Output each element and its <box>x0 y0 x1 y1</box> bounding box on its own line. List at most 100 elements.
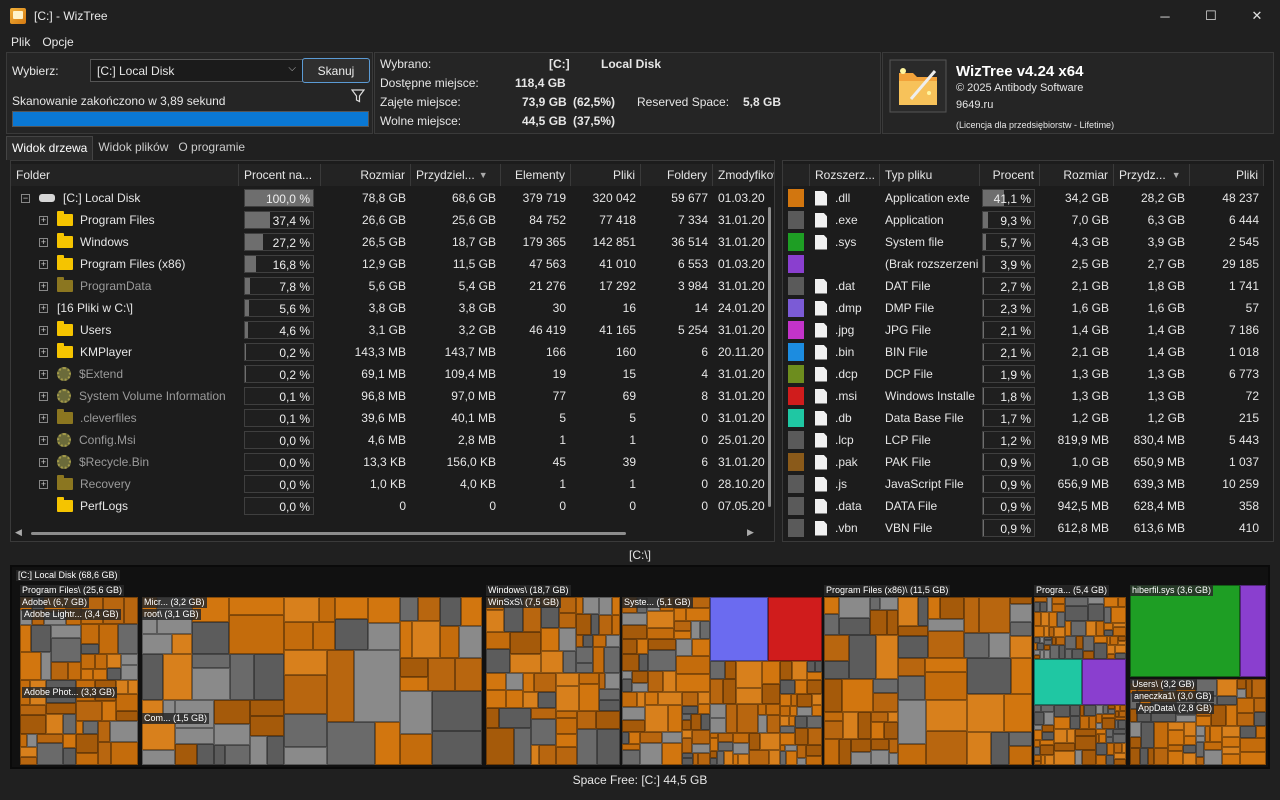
treemap-cell[interactable] <box>1096 705 1103 714</box>
treemap-cell[interactable] <box>612 615 620 635</box>
treemap-cell[interactable] <box>647 611 674 628</box>
treemap-cell[interactable] <box>762 684 780 704</box>
treemap-cell[interactable] <box>1076 636 1083 649</box>
treemap-cell[interactable] <box>888 712 898 722</box>
treemap-cell[interactable] <box>870 610 887 635</box>
treemap-cell[interactable] <box>1113 734 1126 743</box>
tree-horizontal-scrollbar[interactable]: ◀ ▶ <box>11 525 774 541</box>
treemap-cell[interactable] <box>506 673 523 690</box>
treemap-cell[interactable] <box>116 694 138 711</box>
expand-icon[interactable]: + <box>39 369 48 379</box>
col-files[interactable]: Pliki <box>571 164 641 186</box>
treemap-cell[interactable] <box>824 597 839 614</box>
treemap-cell[interactable] <box>880 597 898 610</box>
col-modified[interactable]: Zmodyfikow <box>713 164 774 186</box>
expand-icon[interactable]: + <box>39 237 48 247</box>
treemap-cell[interactable] <box>539 745 556 765</box>
treemap-cell[interactable] <box>622 720 645 732</box>
treemap-cell[interactable] <box>1050 645 1059 659</box>
treemap-cell[interactable] <box>967 732 991 765</box>
treemap-cell[interactable] <box>1082 750 1096 765</box>
treemap-cell[interactable] <box>749 750 769 765</box>
treemap-cell[interactable] <box>559 628 576 651</box>
treemap-cell[interactable] <box>1114 759 1126 765</box>
treemap-cell[interactable] <box>116 711 138 721</box>
table-row[interactable]: + $Recycle.Bin 0,0 % 13,3 KB 156,0 KB 45 39 6 31… <box>11 451 774 473</box>
treemap-cell[interactable] <box>214 745 225 765</box>
treemap-cell[interactable] <box>1106 755 1114 765</box>
treemap-cell[interactable] <box>20 747 37 757</box>
treemap-cell[interactable] <box>1052 604 1065 612</box>
table-row[interactable]: .exe Application 9,3 % 7,0 GB 6,3 GB 6 444 <box>783 209 1264 231</box>
treemap-cell[interactable] <box>455 658 482 691</box>
table-row[interactable]: .db Data Base File 1,7 % 1,2 GB 1,2 GB 215 <box>783 407 1264 429</box>
treemap-cell[interactable] <box>556 686 579 711</box>
treemap-cell[interactable] <box>648 650 676 671</box>
treemap-cell[interactable] <box>749 733 760 750</box>
treemap-cell[interactable] <box>250 716 284 736</box>
treemap-cell[interactable] <box>1072 649 1083 659</box>
treemap-cell[interactable] <box>780 694 791 706</box>
treemap-cell[interactable] <box>20 715 46 734</box>
treemap-cell[interactable] <box>46 703 76 714</box>
treemap-cell[interactable] <box>1070 705 1080 716</box>
treemap-cell[interactable] <box>63 748 76 765</box>
tree-vertical-scrollbar[interactable] <box>764 187 774 523</box>
treemap-cell[interactable] <box>523 673 534 692</box>
treemap-cell[interactable] <box>1034 659 1082 705</box>
treemap-cell[interactable] <box>622 654 639 671</box>
treemap-cell[interactable] <box>795 716 807 728</box>
treemap-cell[interactable] <box>889 739 898 753</box>
treemap-cell[interactable] <box>1196 757 1204 765</box>
treemap-cell[interactable] <box>1154 748 1168 765</box>
treemap-cell[interactable] <box>1196 726 1205 736</box>
treemap-cell[interactable] <box>640 732 662 743</box>
treemap-cell[interactable] <box>622 625 647 639</box>
treemap-cell[interactable] <box>724 751 733 765</box>
expand-icon[interactable]: + <box>39 391 48 401</box>
treemap-cell[interactable] <box>412 621 440 658</box>
treemap-cell[interactable] <box>556 747 577 765</box>
treemap-cell[interactable] <box>889 753 898 765</box>
table-row[interactable]: + Config.Msi 0,0 % 4,6 MB 2,8 MB 1 1 0 25.01.20 <box>11 429 774 451</box>
treemap-cell[interactable] <box>710 751 717 758</box>
treemap-cell[interactable] <box>534 673 556 692</box>
treemap-cell[interactable] <box>102 701 116 721</box>
treemap-cell[interactable] <box>710 718 726 733</box>
treemap-cell[interactable] <box>622 639 637 654</box>
treemap-cell[interactable] <box>1107 645 1115 654</box>
treemap-cell[interactable] <box>808 728 822 745</box>
treemap-cell[interactable] <box>27 734 37 747</box>
treemap-cell[interactable] <box>76 753 98 765</box>
treemap-cell[interactable] <box>1168 751 1183 765</box>
treemap-cell[interactable] <box>1065 606 1088 621</box>
treemap-cell[interactable] <box>1011 658 1032 694</box>
treemap-cell[interactable] <box>229 615 284 654</box>
treemap-cell[interactable] <box>1237 689 1246 698</box>
treemap-cell[interactable] <box>851 739 871 752</box>
table-row[interactable]: + KMPlayer 0,2 % 143,3 MB 143,7 MB 166 160 6 20.… <box>11 341 774 363</box>
treemap-cell[interactable] <box>1054 751 1075 765</box>
table-row[interactable]: + Windows 27,2 % 26,5 GB 18,7 GB 179 365 142 8… <box>11 231 774 253</box>
treemap-cell[interactable] <box>839 597 870 618</box>
treemap-cell[interactable] <box>1034 761 1041 765</box>
treemap-cell[interactable] <box>964 597 979 633</box>
treemap-cell[interactable] <box>1154 722 1168 748</box>
col-ext-size[interactable]: Rozmiar <box>1040 164 1114 186</box>
treemap-cell[interactable] <box>760 733 780 750</box>
treemap-cell[interactable] <box>51 662 68 680</box>
collapse-icon[interactable]: − <box>21 193 30 203</box>
treemap-cell[interactable] <box>37 743 63 765</box>
treemap-cell[interactable] <box>1240 752 1266 765</box>
treemap-cell[interactable] <box>577 729 597 765</box>
treemap-cell[interactable] <box>792 661 807 680</box>
treemap-cell[interactable] <box>637 639 648 654</box>
treemap-cell[interactable] <box>737 704 758 733</box>
treemap-cell[interactable] <box>556 673 579 686</box>
treemap-cell[interactable] <box>1010 604 1032 622</box>
treemap-cell[interactable] <box>1252 679 1266 698</box>
treemap-cell[interactable] <box>824 614 839 635</box>
treemap-cell[interactable] <box>461 597 482 626</box>
treemap-cell[interactable] <box>639 654 648 671</box>
treemap-cell[interactable] <box>691 621 700 639</box>
